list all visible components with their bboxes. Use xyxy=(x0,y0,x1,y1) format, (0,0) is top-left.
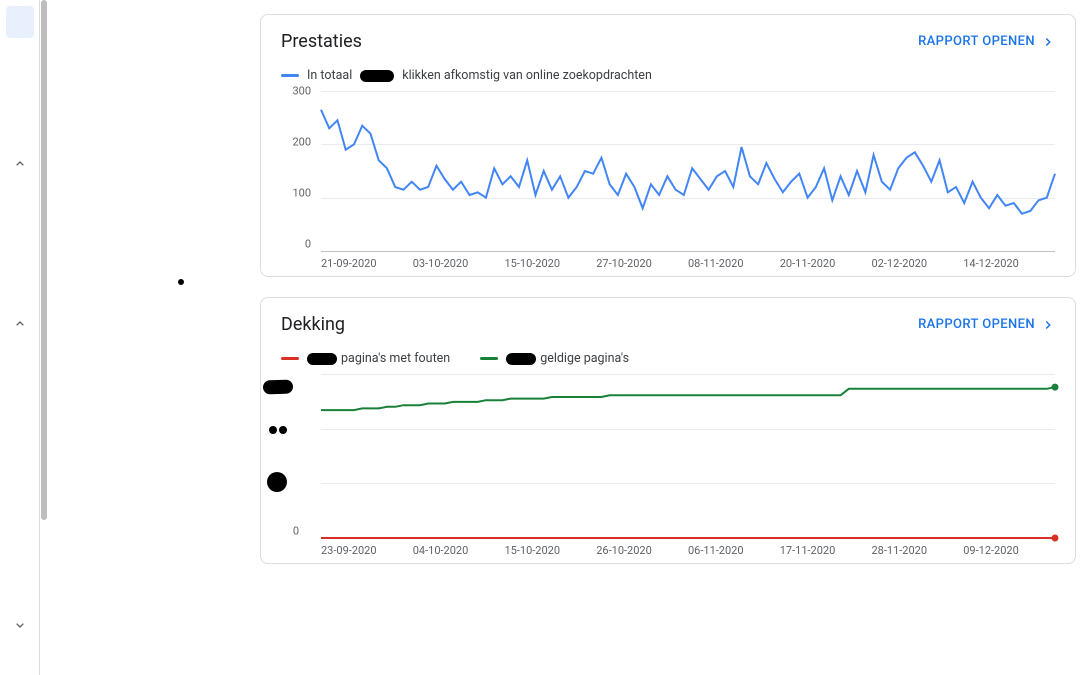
plot-area xyxy=(321,91,1055,251)
chevron-up-icon[interactable] xyxy=(10,314,30,334)
y-axis-redacted: 0 xyxy=(271,374,305,531)
x-tick: 06-11-2020 xyxy=(688,544,780,557)
y-tick: 0 xyxy=(293,525,299,538)
legend: pagina's met fouten geldige pagina's xyxy=(261,345,1075,374)
chevron-right-icon xyxy=(1041,318,1055,332)
redacted-value xyxy=(307,353,337,365)
legend: In totaal klikken afkomstig van online z… xyxy=(261,62,1075,91)
scrollbar-thumb[interactable] xyxy=(41,0,47,520)
y-tick: 200 xyxy=(292,135,311,148)
redacted-value xyxy=(506,353,536,365)
x-tick: 04-10-2020 xyxy=(413,544,505,557)
x-tick: 08-11-2020 xyxy=(688,257,780,270)
legend-item-errors: pagina's met fouten xyxy=(281,351,450,366)
redacted-ytick xyxy=(267,472,287,492)
legend-label: pagina's met fouten xyxy=(341,351,450,366)
y-tick: 300 xyxy=(292,85,311,98)
x-axis: 21-09-202003-10-202015-10-202027-10-2020… xyxy=(321,257,1055,270)
redacted-ytick xyxy=(263,379,293,394)
x-tick: 27-10-2020 xyxy=(596,257,688,270)
sidebar-item-active[interactable] xyxy=(6,6,34,38)
legend-swatch-icon xyxy=(281,74,299,77)
scrollbar[interactable] xyxy=(40,0,48,675)
legend-label-prefix: In totaal xyxy=(307,68,352,83)
redacted-ytick xyxy=(263,426,293,434)
x-tick: 14-12-2020 xyxy=(963,257,1055,270)
y-tick: 100 xyxy=(292,186,311,199)
x-tick: 09-12-2020 xyxy=(963,544,1055,557)
card-title: Prestaties xyxy=(281,31,362,52)
line-series xyxy=(321,374,1055,538)
x-axis: 23-09-202004-10-202015-10-202026-10-2020… xyxy=(321,544,1055,557)
x-tick: 15-10-2020 xyxy=(505,257,597,270)
open-report-label: RAPPORT OPENEN xyxy=(918,34,1035,49)
x-tick: 17-11-2020 xyxy=(780,544,872,557)
sidebar-rail xyxy=(0,0,40,675)
stray-dot xyxy=(178,279,184,285)
x-tick: 23-09-2020 xyxy=(321,544,413,557)
redacted-value xyxy=(360,70,394,82)
legend-item-valid: geldige pagina's xyxy=(480,351,629,366)
x-tick: 02-12-2020 xyxy=(872,257,964,270)
x-tick: 28-11-2020 xyxy=(872,544,964,557)
y-axis: 300 200 100 0 xyxy=(283,91,317,244)
x-tick: 26-10-2020 xyxy=(596,544,688,557)
legend-item-clicks: In totaal klikken afkomstig van online z… xyxy=(281,68,652,83)
chevron-down-icon[interactable] xyxy=(10,615,30,635)
x-tick: 15-10-2020 xyxy=(505,544,597,557)
line-series xyxy=(321,91,1055,251)
open-report-link[interactable]: RAPPORT OPENEN xyxy=(918,34,1055,49)
x-tick: 03-10-2020 xyxy=(413,257,505,270)
chart-prestaties: 300 200 100 0 21-09-202003-10-202015-10-… xyxy=(261,91,1075,270)
left-gutter xyxy=(48,0,260,675)
chart-dekking: 0 23-09-202004-10-202015-10-202026-10-20… xyxy=(261,374,1075,557)
card-title: Dekking xyxy=(281,314,345,335)
plot-area xyxy=(321,374,1055,538)
card-dekking: Dekking RAPPORT OPENEN pagina's met fout… xyxy=(260,297,1076,564)
x-tick: 21-09-2020 xyxy=(321,257,413,270)
legend-swatch-icon xyxy=(480,357,498,360)
open-report-label: RAPPORT OPENEN xyxy=(918,317,1035,332)
x-tick: 20-11-2020 xyxy=(780,257,872,270)
legend-label: geldige pagina's xyxy=(540,351,629,366)
y-tick: 0 xyxy=(305,238,311,251)
sidebar-item[interactable] xyxy=(6,44,34,58)
card-prestaties: Prestaties RAPPORT OPENEN In totaal klik… xyxy=(260,14,1076,277)
chevron-right-icon xyxy=(1041,35,1055,49)
legend-label-suffix: klikken afkomstig van online zoekopdrach… xyxy=(402,68,652,83)
open-report-link[interactable]: RAPPORT OPENEN xyxy=(918,317,1055,332)
legend-swatch-icon xyxy=(281,357,299,360)
chevron-up-icon[interactable] xyxy=(10,154,30,174)
main-content: Prestaties RAPPORT OPENEN In totaal klik… xyxy=(260,0,1080,675)
